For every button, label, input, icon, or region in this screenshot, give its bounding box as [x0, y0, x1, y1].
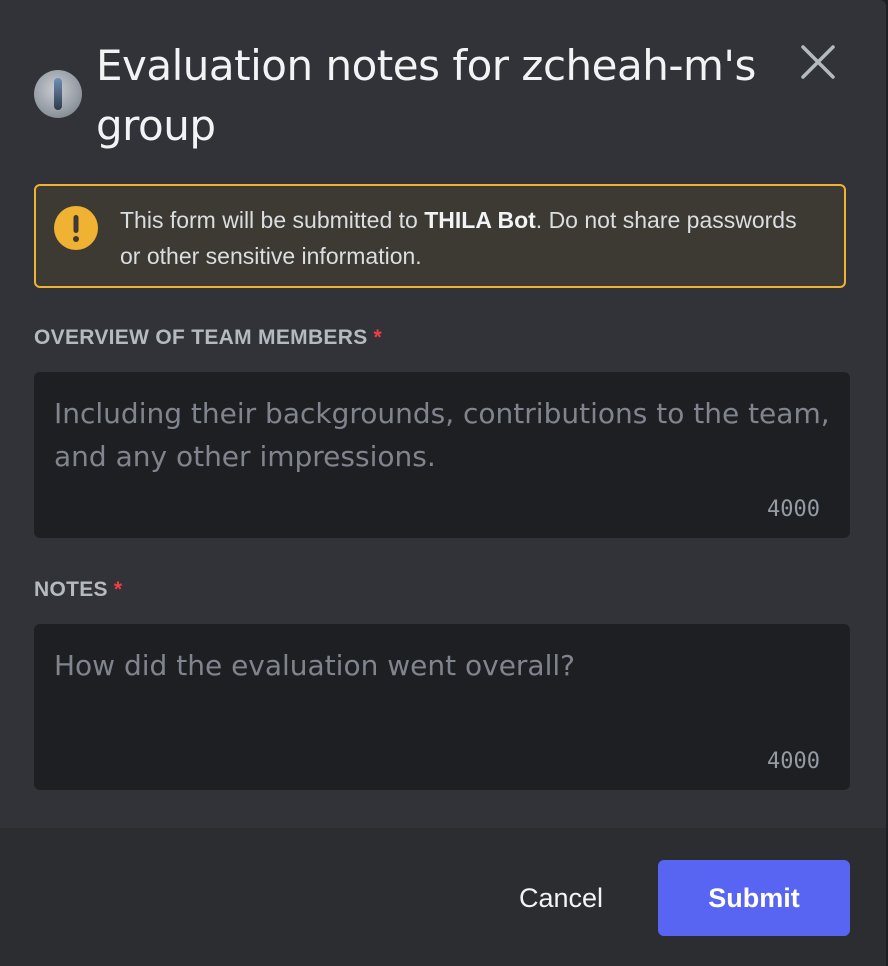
overview-field: 4000	[34, 372, 850, 538]
notes-textarea[interactable]	[34, 624, 850, 790]
close-icon[interactable]	[798, 42, 838, 82]
overview-label: OVERVIEW OF TEAM MEMBERS *	[34, 326, 382, 350]
notes-label-text: NOTES	[34, 578, 108, 601]
warning-icon	[54, 206, 98, 250]
required-mark: *	[113, 578, 123, 601]
overview-label-text: OVERVIEW OF TEAM MEMBERS	[34, 326, 368, 349]
warning-bot-name: THILA Bot	[424, 207, 536, 233]
required-mark: *	[373, 326, 382, 349]
avatar-figure	[54, 78, 62, 110]
warning-prefix: This form will be submitted to	[120, 207, 425, 233]
modal-dialog: Evaluation notes for zcheah-m's group Th…	[0, 0, 886, 966]
overview-char-counter: 4000	[767, 497, 820, 522]
overview-textarea[interactable]	[34, 372, 850, 538]
cancel-button[interactable]: Cancel	[500, 860, 622, 936]
warning-text: This form will be submitted to THILA Bot…	[120, 202, 820, 274]
bot-avatar	[34, 70, 82, 118]
notes-char-counter: 4000	[767, 749, 820, 774]
modal-title: Evaluation notes for zcheah-m's group	[96, 41, 756, 150]
modal-footer: Cancel Submit	[0, 828, 886, 966]
notes-field: 4000	[34, 624, 850, 790]
submit-button[interactable]: Submit	[658, 860, 850, 936]
warning-notice: This form will be submitted to THILA Bot…	[34, 184, 846, 288]
notes-label: NOTES *	[34, 578, 122, 602]
